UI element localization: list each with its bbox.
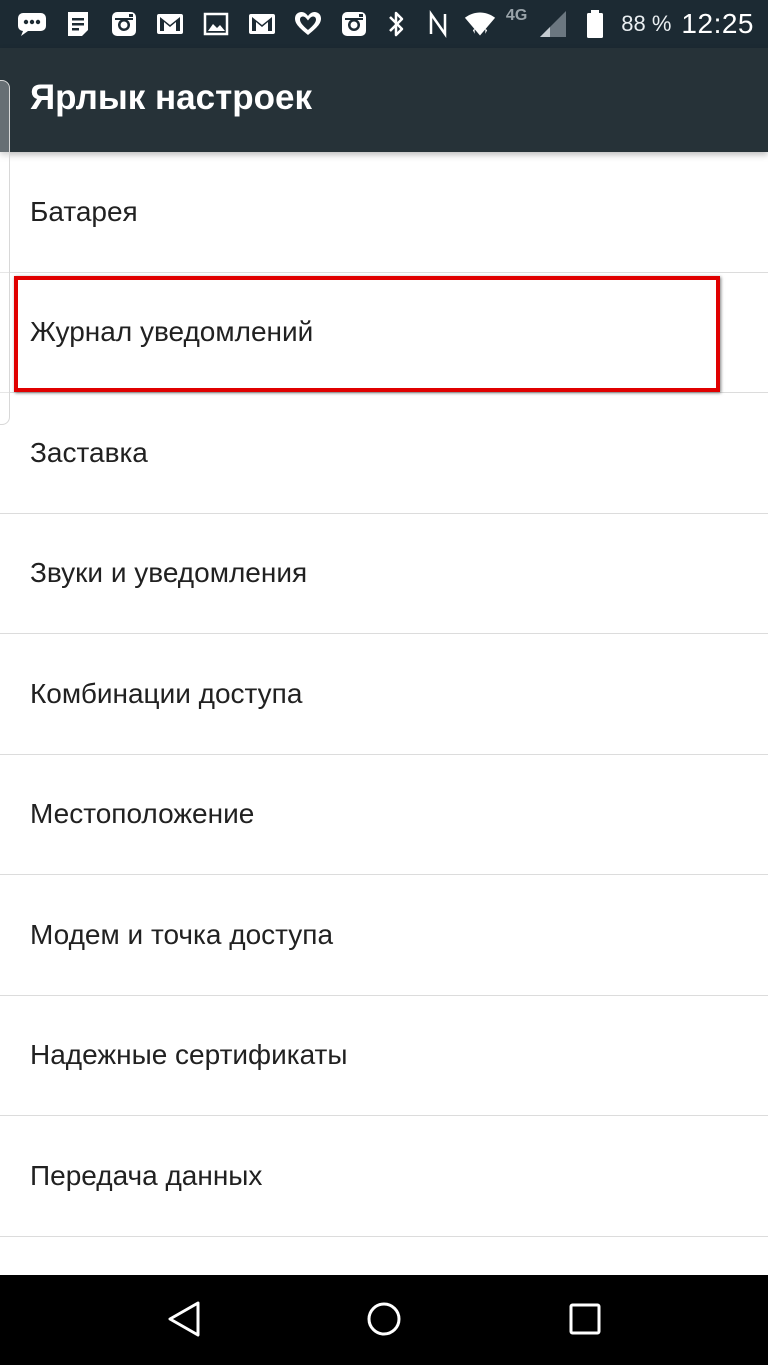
network-type: 4G	[505, 7, 528, 24]
settings-item-label: Звуки и уведомления	[30, 557, 308, 589]
settings-item-label: Журнал уведомлений	[30, 316, 314, 348]
system-icons: 4G 88 % 12:25	[380, 6, 754, 42]
battery-percent: 88 %	[621, 11, 672, 36]
recents-button[interactable]	[561, 1297, 609, 1345]
signal-icon	[537, 8, 569, 40]
recents-icon	[568, 1302, 602, 1341]
settings-item-certificates[interactable]: Надежные сертификаты	[0, 996, 768, 1116]
settings-item-notification-log[interactable]: Журнал уведомлений	[0, 273, 768, 393]
page-title: Ярлык настроек	[30, 78, 312, 117]
settings-item-shortcuts[interactable]: Комбинации доступа	[0, 634, 768, 755]
edge-panel-handle[interactable]	[0, 80, 10, 425]
gallery-icon	[200, 8, 232, 40]
wifi-icon	[464, 8, 496, 40]
settings-item-partial[interactable]	[0, 1237, 768, 1276]
app-bar: Ярлык настроек	[0, 48, 768, 152]
heart-icon	[292, 8, 324, 40]
settings-item-data-usage[interactable]: Передача данных	[0, 1116, 768, 1237]
gmail-icon	[246, 8, 278, 40]
instagram-icon	[338, 8, 370, 40]
instagram-icon	[108, 8, 140, 40]
settings-item-sounds[interactable]: Звуки и уведомления	[0, 514, 768, 634]
gmail-icon	[154, 8, 186, 40]
status-bar: 4G 88 % 12:25	[0, 0, 768, 48]
notification-icons	[16, 8, 370, 40]
settings-item-label: Модем и точка доступа	[30, 918, 334, 950]
back-button[interactable]	[160, 1297, 208, 1345]
home-button[interactable]	[360, 1297, 408, 1345]
settings-item-tethering[interactable]: Модем и точка доступа	[0, 875, 768, 996]
settings-item-label: Заставка	[30, 436, 148, 468]
settings-item-label: Надежные сертификаты	[30, 1039, 348, 1071]
settings-item-label: Батарея	[30, 195, 138, 227]
settings-item-label: Комбинации доступа	[30, 677, 303, 709]
settings-item-screensaver[interactable]: Заставка	[0, 393, 768, 514]
notes-icon	[62, 8, 94, 40]
chat-icon	[16, 8, 48, 40]
bluetooth-icon	[380, 8, 412, 40]
nfc-icon	[422, 8, 454, 40]
navigation-bar	[0, 1275, 768, 1365]
home-icon	[366, 1301, 402, 1342]
settings-item-label: Передача данных	[30, 1159, 263, 1191]
settings-list: Батарея Журнал уведомлений Заставка Звук…	[0, 152, 768, 1275]
settings-item-label: Местоположение	[30, 798, 255, 830]
settings-item-battery[interactable]: Батарея	[0, 152, 768, 273]
clock: 12:25	[681, 8, 754, 39]
battery-icon	[579, 8, 611, 40]
settings-item-location[interactable]: Местоположение	[0, 755, 768, 875]
back-icon	[166, 1300, 202, 1343]
